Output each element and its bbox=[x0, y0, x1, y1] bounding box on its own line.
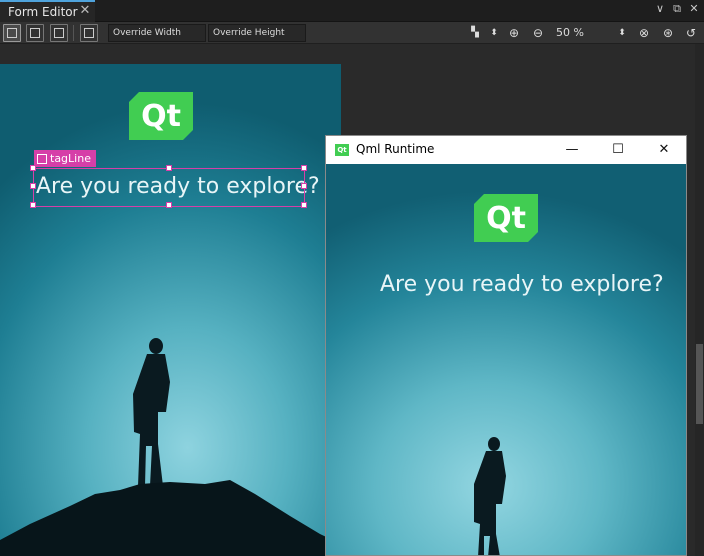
tab-form-editor[interactable]: Form Editor ✕ bbox=[0, 0, 95, 22]
qt-app-icon: Qt bbox=[335, 144, 349, 156]
resize-handle[interactable] bbox=[30, 165, 36, 171]
selection-box[interactable] bbox=[30, 165, 307, 208]
scrollbar-thumb[interactable] bbox=[696, 344, 703, 424]
float-icon[interactable]: ⧉ bbox=[671, 2, 683, 16]
bounds-icon bbox=[84, 28, 94, 38]
tab-close-icon[interactable]: ✕ bbox=[78, 3, 92, 19]
selection-id: tagLine bbox=[50, 152, 91, 165]
background-dropdown-icon[interactable]: ⬍ bbox=[486, 25, 502, 41]
design-scene[interactable]: Qt Are you ready to explore? bbox=[0, 64, 341, 556]
resize-handle[interactable] bbox=[166, 165, 172, 171]
qt-logo: Qt bbox=[474, 194, 538, 242]
zoom-dropdown-icon[interactable]: ⬍ bbox=[614, 25, 630, 41]
resize-handle[interactable] bbox=[301, 202, 307, 208]
resize-handle[interactable] bbox=[301, 165, 307, 171]
vertical-scrollbar[interactable] bbox=[695, 44, 704, 556]
snapping-icon bbox=[54, 28, 64, 38]
selection-label[interactable]: tagLine bbox=[34, 150, 96, 167]
bounds-tool-button[interactable] bbox=[80, 24, 98, 42]
form-editor-toolbar: Override Width Override Height ▚ ⬍ ⊕ ⊖ 5… bbox=[0, 22, 704, 44]
anchor-icon bbox=[30, 28, 40, 38]
resize-handle[interactable] bbox=[301, 183, 307, 189]
zoom-selection-icon[interactable]: ⊛ bbox=[660, 25, 676, 41]
panel-controls: ∨ ⧉ ✕ bbox=[654, 2, 700, 16]
item-icon bbox=[37, 153, 47, 164]
background-color-icon[interactable]: ▚ bbox=[467, 25, 483, 41]
qml-runtime-window: Qt Qml Runtime — ☐ ✕ Qt Are you ready to… bbox=[325, 135, 687, 556]
qml-runtime-scene[interactable]: Qt Are you ready to explore? bbox=[326, 164, 686, 555]
resize-handle[interactable] bbox=[166, 202, 172, 208]
close-button[interactable]: ✕ bbox=[641, 136, 686, 164]
zoom-level[interactable]: 50 % bbox=[556, 25, 584, 41]
tagline-text: Are you ready to explore? bbox=[380, 272, 664, 297]
qt-logo: Qt bbox=[129, 92, 193, 140]
anchor-tool-button[interactable] bbox=[26, 24, 44, 42]
override-height-field[interactable]: Override Height bbox=[208, 24, 306, 42]
tab-label: Form Editor bbox=[8, 5, 78, 19]
maximize-button[interactable]: ☐ bbox=[595, 136, 641, 164]
zoom-all-icon[interactable]: ⊗ bbox=[636, 25, 652, 41]
window-title: Qml Runtime bbox=[356, 142, 435, 156]
hiker-silhouette bbox=[0, 338, 341, 556]
editor-tab-bar: Form Editor ✕ ∨ ⧉ ✕ bbox=[0, 0, 704, 22]
close-icon[interactable]: ✕ bbox=[688, 2, 700, 16]
select-tool-button[interactable] bbox=[3, 24, 21, 42]
snapping-tool-button[interactable] bbox=[50, 24, 68, 42]
reset-view-icon[interactable]: ↺ bbox=[683, 25, 699, 41]
zoom-out-icon[interactable]: ⊖ bbox=[530, 25, 546, 41]
chevron-down-icon[interactable]: ∨ bbox=[654, 2, 666, 16]
qml-runtime-titlebar[interactable]: Qt Qml Runtime — ☐ ✕ bbox=[326, 136, 686, 164]
toolbar-divider bbox=[73, 25, 74, 41]
resize-handle[interactable] bbox=[30, 183, 36, 189]
hiker-silhouette bbox=[474, 437, 506, 555]
zoom-in-icon[interactable]: ⊕ bbox=[506, 25, 522, 41]
select-icon bbox=[7, 28, 17, 38]
minimize-button[interactable]: — bbox=[549, 136, 595, 164]
resize-handle[interactable] bbox=[30, 202, 36, 208]
override-width-field[interactable]: Override Width bbox=[108, 24, 206, 42]
